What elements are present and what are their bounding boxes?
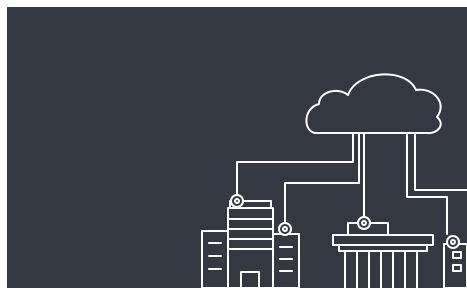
- hero-banner: [7, 7, 467, 288]
- tall-building-icon: [227, 200, 274, 288]
- network-node-icon: [230, 194, 244, 208]
- cloud-icon: [305, 73, 442, 135]
- office-building-icon: [201, 230, 229, 288]
- network-node-icon: [446, 235, 460, 249]
- device-icon: [443, 243, 467, 288]
- cloud-network-illustration: [201, 73, 467, 288]
- small-building-icon: [272, 233, 300, 288]
- network-node-icon: [278, 222, 292, 236]
- server-rack-icon: [332, 222, 434, 288]
- network-node-icon: [357, 216, 371, 230]
